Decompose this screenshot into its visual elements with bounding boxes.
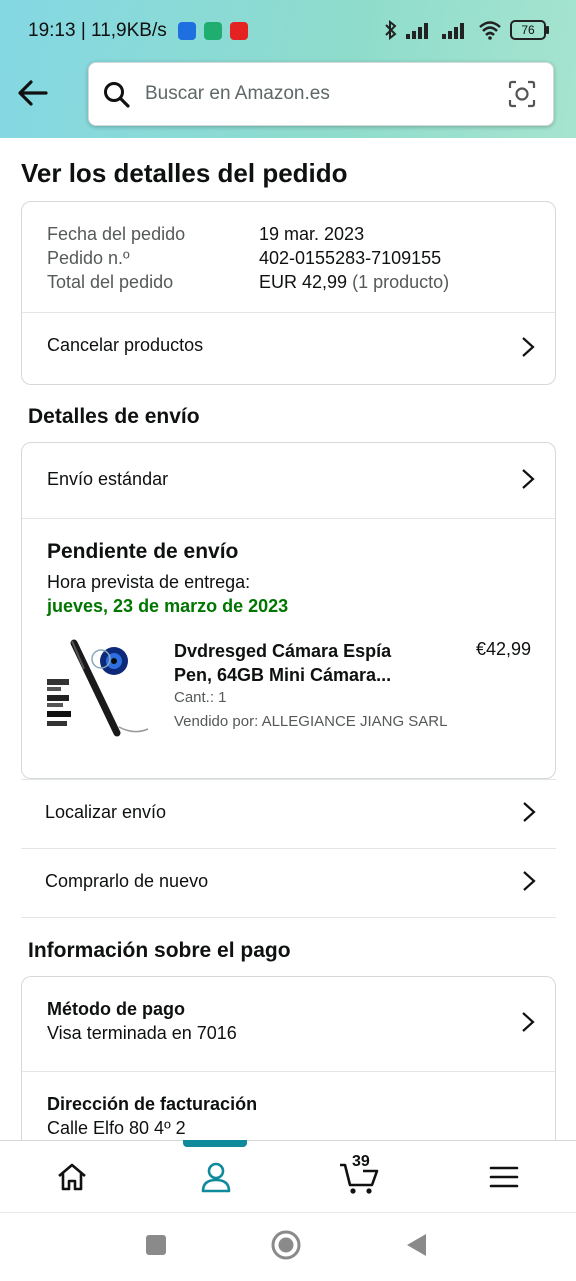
divider [22, 1071, 555, 1072]
cart-count-badge: 39 [352, 1153, 370, 1170]
order-date-label: Fecha del pedido [47, 224, 186, 244]
bottom-navigation: 39 [0, 1140, 576, 1213]
active-tab-indicator [183, 1140, 247, 1147]
payment-section-title: Información sobre el pago [28, 939, 291, 962]
cart: 39 [338, 1153, 382, 1195]
battery-indicator: 76 [510, 20, 549, 40]
shield-notification-icon [204, 22, 222, 40]
wifi-icon [479, 21, 501, 40]
status-time: 19:13 | 11,9KB/s [28, 20, 167, 41]
messages-notification-icon [178, 22, 196, 40]
order-summary-card: Fecha del pedido 19 mar. 2023 Pedido n.º… [21, 201, 556, 385]
eta-label: Hora prevista de entrega: [47, 572, 251, 592]
nav-menu[interactable] [432, 1141, 576, 1213]
order-number-value: 402-0155283-7109155 [259, 248, 442, 268]
order-total-value: EUR 42,99 [259, 272, 348, 292]
divider [21, 917, 556, 918]
search-input[interactable]: Buscar en Amazon.es [145, 83, 330, 105]
order-total-count: (1 producto) [352, 272, 450, 292]
billing-address-label: Dirección de facturación [47, 1094, 258, 1114]
nav-cart[interactable]: 39 [288, 1141, 432, 1213]
shipping-method-row[interactable]: Envío estándar [22, 443, 555, 518]
home-button-icon[interactable] [270, 1229, 302, 1261]
shipment-status: Pendiente de envío [47, 540, 239, 563]
system-navigation-bar [0, 1212, 576, 1281]
search-bar[interactable]: Buscar en Amazon.es [88, 62, 554, 126]
payment-method-label: Método de pago [47, 999, 185, 1019]
payment-method-value: Visa terminada en 7016 [47, 1023, 237, 1043]
home-icon [58, 1163, 86, 1191]
order-total-label: Total del pedido [47, 272, 174, 292]
order-number-label: Pedido n.º [47, 248, 130, 268]
product-quantity: Cant.: 1 [174, 689, 227, 706]
bluetooth-icon [385, 20, 397, 40]
product-title-line-1: Dvdresged Cámara Espía [174, 641, 392, 661]
product-title[interactable]: Dvdresged Cámara Espía Pen, 64GB Mini Cá… [174, 639, 414, 687]
chevron-right-icon [522, 1012, 535, 1032]
back-arrow-icon[interactable] [16, 78, 50, 108]
payment-method-row[interactable]: Método de pago Visa terminada en 7016 [22, 977, 555, 1071]
track-shipment-row[interactable]: Localizar envío [21, 780, 556, 848]
hamburger-menu-icon [489, 1166, 519, 1188]
chevron-right-icon [522, 337, 535, 357]
buy-again-row[interactable]: Comprarlo de nuevo [21, 849, 556, 917]
chevron-right-icon [523, 802, 536, 822]
product-seller: Vendido por: ALLEGIANCE JIANG SARL [174, 713, 448, 730]
camera-search-icon[interactable] [507, 79, 537, 109]
app-header: 19:13 | 11,9KB/s 76 Buscar en Amazon.es [0, 0, 576, 138]
product-price: €42,99 [475, 639, 531, 659]
order-date-value: 19 mar. 2023 [259, 224, 365, 244]
recent-apps-icon[interactable] [146, 1235, 166, 1255]
signal-icon-1 [406, 23, 428, 39]
chevron-right-icon [523, 871, 536, 891]
order-total: EUR 42,99 (1 producto) [259, 272, 449, 293]
product-title-line-2: Pen, 64GB Mini Cámara... [174, 665, 392, 685]
user-icon [201, 1162, 231, 1193]
youtube-notification-icon [230, 22, 248, 40]
nav-account[interactable] [144, 1141, 288, 1213]
signal-icon-2 [442, 23, 464, 39]
eta-date: jueves, 23 de marzo de 2023 [47, 596, 289, 616]
billing-address-value: Calle Elfo 80 4º 2 [47, 1118, 186, 1138]
track-shipment-label: Localizar envío [45, 802, 167, 822]
cancel-products-label: Cancelar productos [47, 335, 204, 355]
product-image[interactable] [44, 639, 154, 739]
back-button-icon[interactable] [404, 1232, 428, 1258]
nav-home[interactable] [0, 1141, 144, 1213]
page-title: Ver los detalles del pedido [21, 158, 348, 188]
divider [22, 518, 555, 519]
cancel-products-row[interactable]: Cancelar productos [22, 313, 555, 383]
chevron-right-icon [522, 469, 535, 489]
search-icon [104, 82, 130, 108]
buy-again-label: Comprarlo de nuevo [45, 871, 209, 891]
status-bar: 19:13 | 11,9KB/s 76 [0, 0, 576, 62]
shipping-card: Envío estándar Pendiente de envío Hora p… [21, 442, 556, 779]
shipping-method-label: Envío estándar [47, 469, 169, 489]
shipping-section-title: Detalles de envío [28, 405, 200, 428]
spy-pen-camera-image [47, 639, 149, 737]
